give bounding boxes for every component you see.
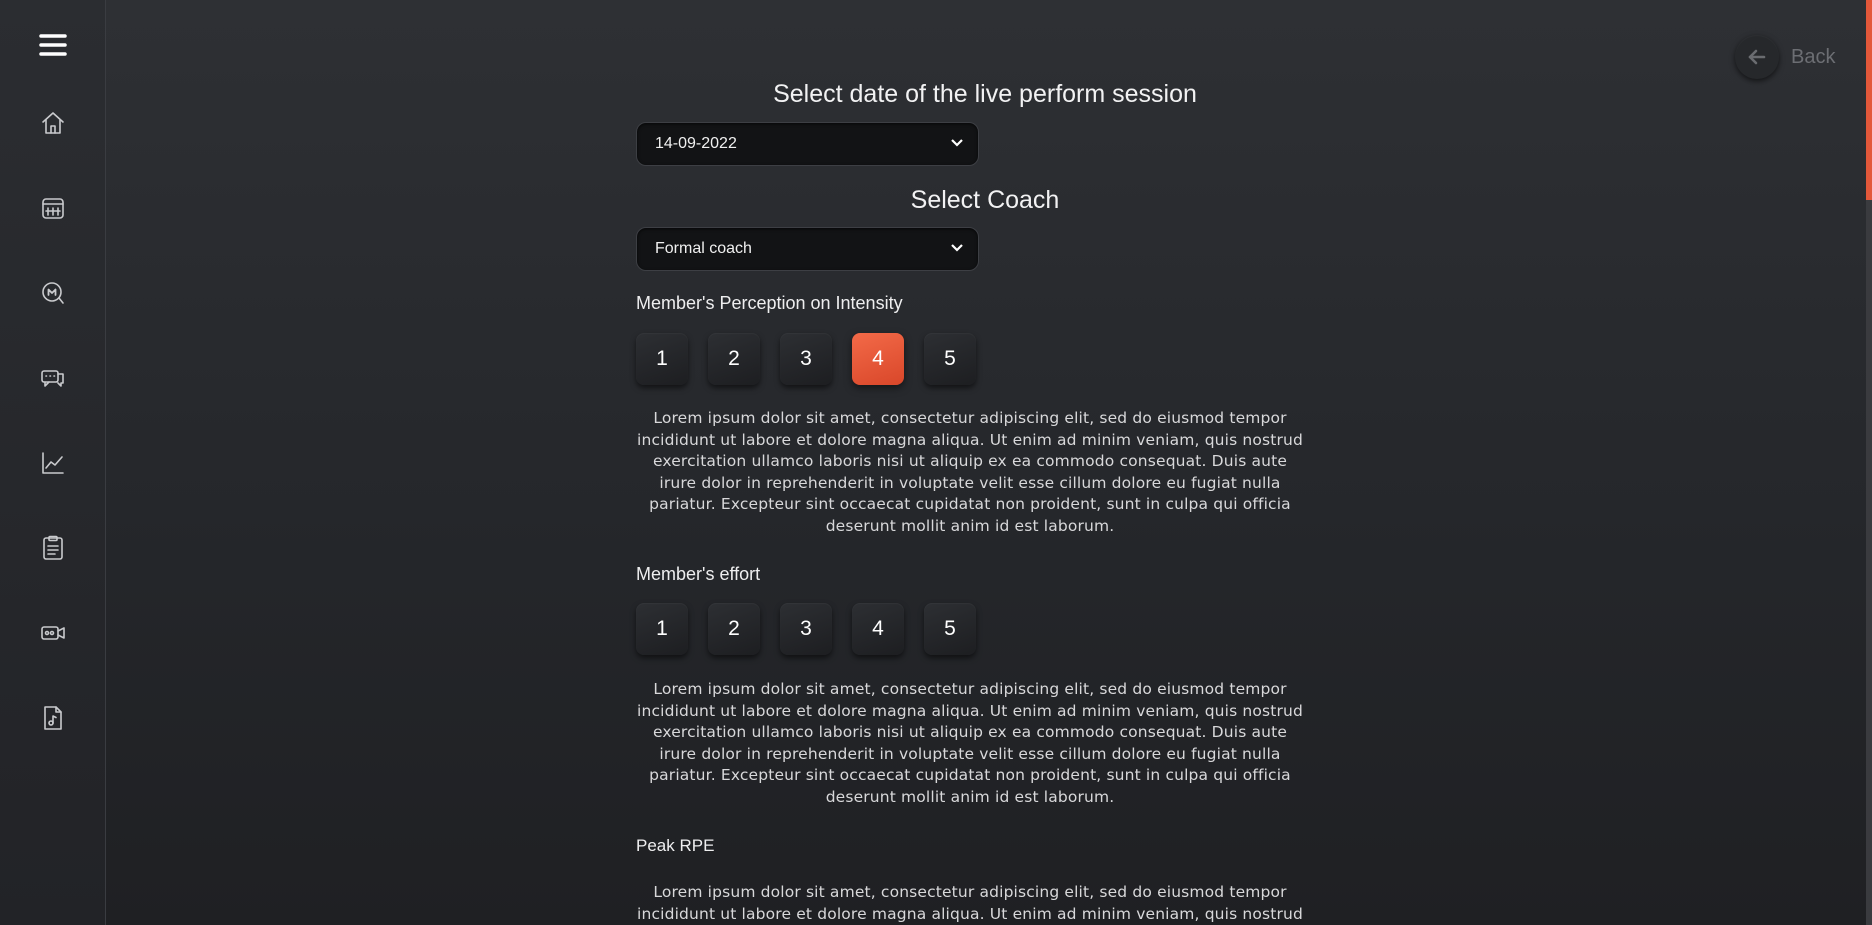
effort-label: Member's effort	[636, 564, 761, 584]
date-select[interactable]: 14-09-2022	[636, 122, 979, 166]
calendar-icon[interactable]	[0, 188, 105, 228]
effort-description: Lorem ipsum dolor sit amet, consectetur …	[637, 680, 1303, 806]
intensity-option[interactable]: 1	[636, 333, 688, 385]
peak-rpe-label: Peak RPE	[636, 836, 715, 855]
effort-option[interactable]: 4	[852, 603, 904, 655]
intensity-rating: 1 2 3 4 5	[636, 333, 976, 385]
clipboard-icon[interactable]	[0, 528, 105, 568]
date-select-value: 14-09-2022	[655, 135, 737, 152]
effort-rating: 1 2 3 4 5	[636, 603, 976, 655]
scrollbar-thumb[interactable]	[1866, 0, 1872, 200]
chat-m-icon[interactable]	[0, 273, 105, 313]
coach-select-value: Formal coach	[655, 240, 752, 257]
coach-select[interactable]: Formal coach	[636, 227, 979, 271]
sidebar	[0, 0, 106, 925]
coach-heading: Select Coach	[910, 186, 1060, 214]
back-label: Back	[1791, 45, 1836, 68]
chart-icon[interactable]	[0, 443, 105, 483]
back-button[interactable]: Back	[1735, 35, 1835, 79]
video-icon[interactable]	[0, 613, 105, 653]
peak-rpe-description: Lorem ipsum dolor sit amet, consectetur …	[637, 883, 1303, 923]
effort-option[interactable]: 2	[708, 603, 760, 655]
menu-icon[interactable]	[0, 25, 105, 65]
effort-option[interactable]: 3	[780, 603, 832, 655]
home-icon[interactable]	[0, 103, 105, 143]
chevron-down-icon	[950, 135, 964, 153]
music-file-icon[interactable]	[0, 698, 105, 738]
intensity-option[interactable]: 5	[924, 333, 976, 385]
arrow-left-icon	[1735, 35, 1779, 79]
app: Back Select date of the live perform ses…	[0, 0, 1872, 925]
intensity-option[interactable]: 2	[708, 333, 760, 385]
messages-icon[interactable]	[0, 358, 105, 398]
chevron-down-icon	[950, 240, 964, 258]
scrollbar-track[interactable]	[1866, 0, 1872, 925]
date-heading: Select date of the live perform session	[773, 80, 1197, 108]
intensity-label: Member's Perception on Intensity	[636, 293, 903, 313]
effort-option[interactable]: 1	[636, 603, 688, 655]
intensity-description: Lorem ipsum dolor sit amet, consectetur …	[637, 409, 1303, 535]
effort-option[interactable]: 5	[924, 603, 976, 655]
intensity-option[interactable]: 3	[780, 333, 832, 385]
intensity-option-selected[interactable]: 4	[852, 333, 904, 385]
